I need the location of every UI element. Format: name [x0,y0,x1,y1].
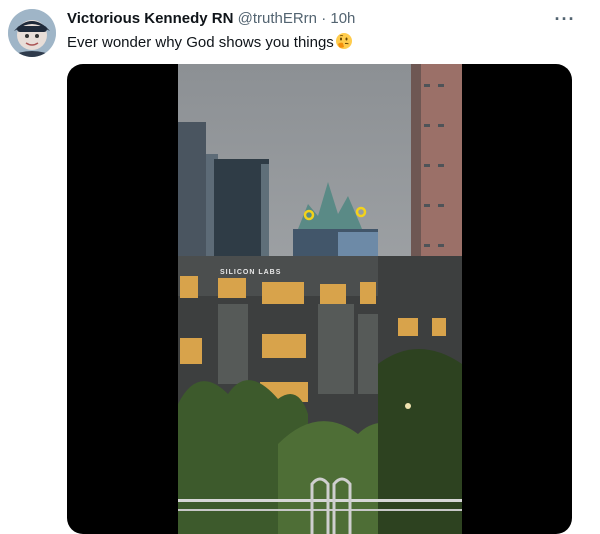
author-name[interactable]: Victorious Kennedy RN [67,10,233,27]
video-frame: SILICON LABS [178,64,462,534]
separator-dot: · [321,10,327,27]
tweet-video[interactable]: SILICON LABS [67,64,572,534]
tweet-body: Ever wonder why God shows you things [67,34,334,51]
thinking-face-icon [335,33,352,49]
avatar-image [8,9,56,57]
more-options-icon[interactable]: ··· [552,6,578,32]
tweet-header: Victorious Kennedy RN @truthERrn · 10h [67,9,560,29]
tweet-timestamp[interactable]: 10h [330,10,355,27]
avatar[interactable] [8,9,56,57]
tweet-text: Ever wonder why God shows you things [67,32,353,53]
building-sign: SILICON LABS [220,269,281,276]
author-handle[interactable]: @truthERrn [238,10,317,27]
